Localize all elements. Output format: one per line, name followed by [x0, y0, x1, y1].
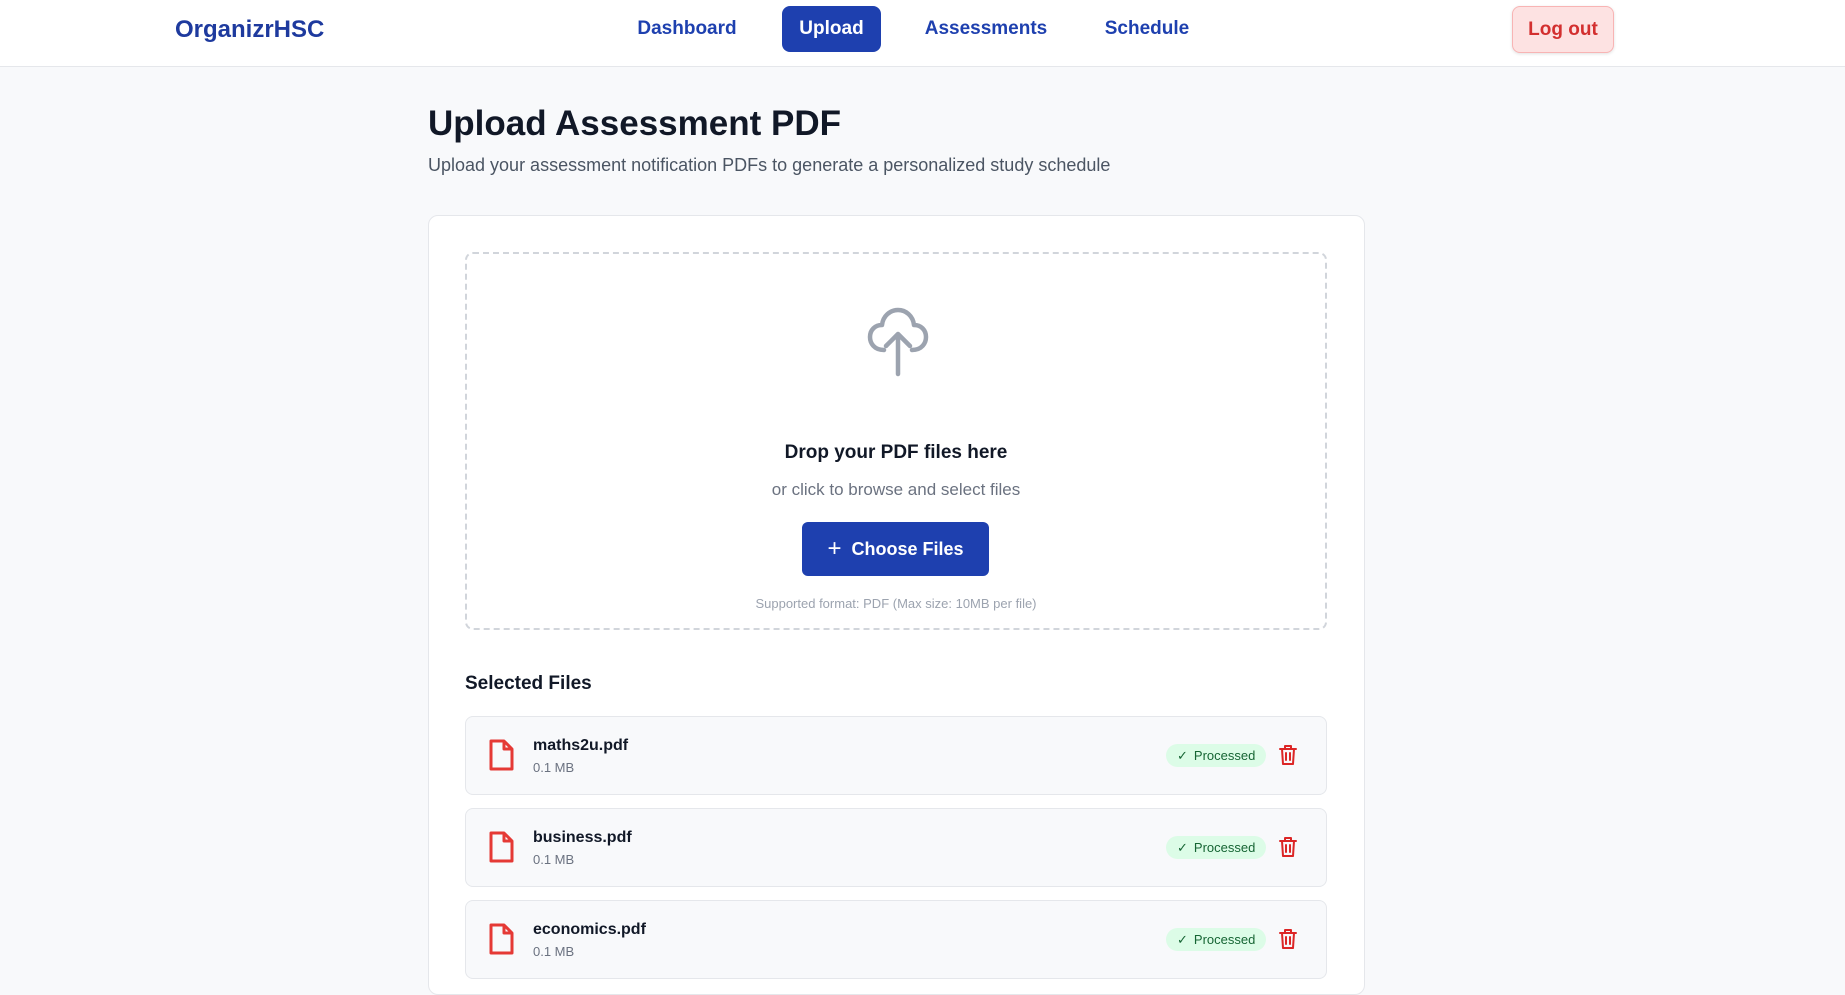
supported-format-note: Supported format: PDF (Max size: 10MB pe…	[755, 596, 1037, 611]
trash-icon[interactable]	[1278, 836, 1298, 858]
check-icon: ✓	[1177, 748, 1188, 763]
page-subtitle: Upload your assessment notification PDFs…	[428, 155, 1111, 175]
status-label: Processed	[1193, 748, 1256, 763]
nav-link-schedule[interactable]: Schedule	[1096, 6, 1198, 52]
upload-card: Drop your PDF files here or click to bro…	[428, 215, 1365, 995]
check-icon: ✓	[1177, 932, 1188, 947]
trash-icon[interactable]	[1278, 928, 1298, 950]
nav-link-dashboard[interactable]: Dashboard	[626, 6, 748, 52]
top-navbar: OrganizrHSC Dashboard Upload Assessments…	[0, 0, 1845, 67]
file-dropzone[interactable]: Drop your PDF files here or click to bro…	[465, 252, 1327, 630]
file-size: 0.1 MB	[533, 760, 575, 775]
selected-files-heading: Selected Files	[465, 673, 592, 694]
cloud-upload-icon	[867, 307, 929, 377]
pdf-file-icon	[489, 831, 514, 863]
trash-icon[interactable]	[1278, 744, 1298, 766]
dropzone-subtitle: or click to browse and select files	[771, 480, 1021, 499]
status-badge: ✓ Processed	[1166, 836, 1267, 859]
brand-logo[interactable]: OrganizrHSC	[175, 16, 324, 44]
file-name: economics.pdf	[533, 921, 646, 938]
status-badge: ✓ Processed	[1166, 928, 1267, 951]
status-badge: ✓ Processed	[1166, 744, 1267, 767]
logout-button[interactable]: Log out	[1512, 6, 1614, 53]
choose-files-button[interactable]: + Choose Files	[802, 522, 989, 576]
status-label: Processed	[1193, 840, 1256, 855]
file-size: 0.1 MB	[533, 852, 575, 867]
pdf-file-icon	[489, 923, 514, 955]
file-list-item: business.pdf 0.1 MB ✓ Processed	[465, 808, 1327, 887]
file-size: 0.1 MB	[533, 944, 575, 959]
dropzone-title: Drop your PDF files here	[784, 442, 1008, 463]
page-title: Upload Assessment PDF	[428, 104, 841, 143]
nav-link-upload[interactable]: Upload	[782, 6, 881, 52]
status-label: Processed	[1193, 932, 1256, 947]
file-name: maths2u.pdf	[533, 737, 629, 754]
choose-files-label: Choose Files	[851, 538, 964, 559]
file-list-item: maths2u.pdf 0.1 MB ✓ Processed	[465, 716, 1327, 795]
pdf-file-icon	[489, 739, 514, 771]
file-list-item: economics.pdf 0.1 MB ✓ Processed	[465, 900, 1327, 979]
nav-link-assessments[interactable]: Assessments	[920, 6, 1052, 52]
plus-icon: +	[827, 535, 842, 562]
check-icon: ✓	[1177, 840, 1188, 855]
file-name: business.pdf	[533, 829, 632, 846]
